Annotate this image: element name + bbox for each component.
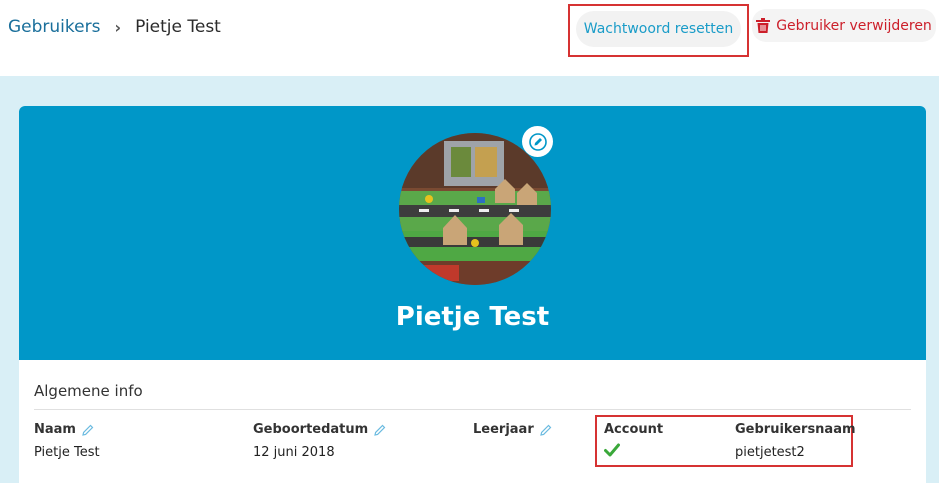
field-label: Naam [34, 422, 100, 437]
field-birthdate: Geboortedatum 12 juni 2018 [253, 422, 386, 460]
field-name-label: Naam [34, 422, 76, 437]
profile-header: Pietje Test [19, 106, 926, 360]
field-name: Naam Pietje Test [34, 422, 100, 460]
field-birthdate-value: 12 juni 2018 [253, 445, 335, 460]
field-username-label: Gebruikersnaam [735, 422, 856, 437]
divider [34, 409, 911, 410]
profile-card: Pietje Test Algemene info Naam Pietje Te… [19, 106, 926, 483]
reset-password-button[interactable]: Wachtwoord resetten [576, 11, 741, 47]
trash-icon [756, 18, 771, 33]
edit-grade-icon[interactable] [539, 424, 552, 436]
field-username-value: pietjetest2 [735, 445, 805, 460]
edit-avatar-button[interactable] [522, 126, 553, 157]
field-grade-label: Leerjaar [473, 422, 534, 437]
delete-user-label: Gebruiker verwijderen [776, 17, 932, 34]
field-label: Leerjaar [473, 422, 552, 437]
top-bar: Gebruikers › Pietje Test Wachtwoord rese… [0, 0, 939, 76]
edit-birthdate-icon[interactable] [374, 424, 386, 436]
field-account-label: Account [604, 422, 664, 437]
avatar-photo [399, 133, 551, 285]
page-content: Pietje Test Algemene info Naam Pietje Te… [0, 76, 939, 483]
breadcrumb-current: Pietje Test [135, 17, 221, 37]
check-icon [604, 443, 620, 457]
section-title: Algemene info [34, 382, 143, 400]
field-username: Gebruikersnaam pietjetest2 [735, 422, 856, 460]
field-grade: Leerjaar [473, 422, 552, 445]
reset-password-label: Wachtwoord resetten [583, 21, 734, 37]
field-label: Geboortedatum [253, 422, 386, 437]
field-account: Account [604, 422, 663, 461]
breadcrumb: Gebruikers › Pietje Test [8, 17, 221, 37]
avatar [399, 133, 551, 285]
field-birthdate-label: Geboortedatum [253, 422, 369, 437]
field-name-value: Pietje Test [34, 445, 100, 460]
profile-name: Pietje Test [395, 302, 550, 332]
pencil-icon [528, 132, 547, 151]
chevron-right-icon: › [114, 17, 122, 37]
edit-name-icon[interactable] [82, 424, 94, 436]
delete-user-button[interactable]: Gebruiker verwijderen [752, 9, 936, 42]
breadcrumb-users-link[interactable]: Gebruikers [8, 17, 100, 37]
